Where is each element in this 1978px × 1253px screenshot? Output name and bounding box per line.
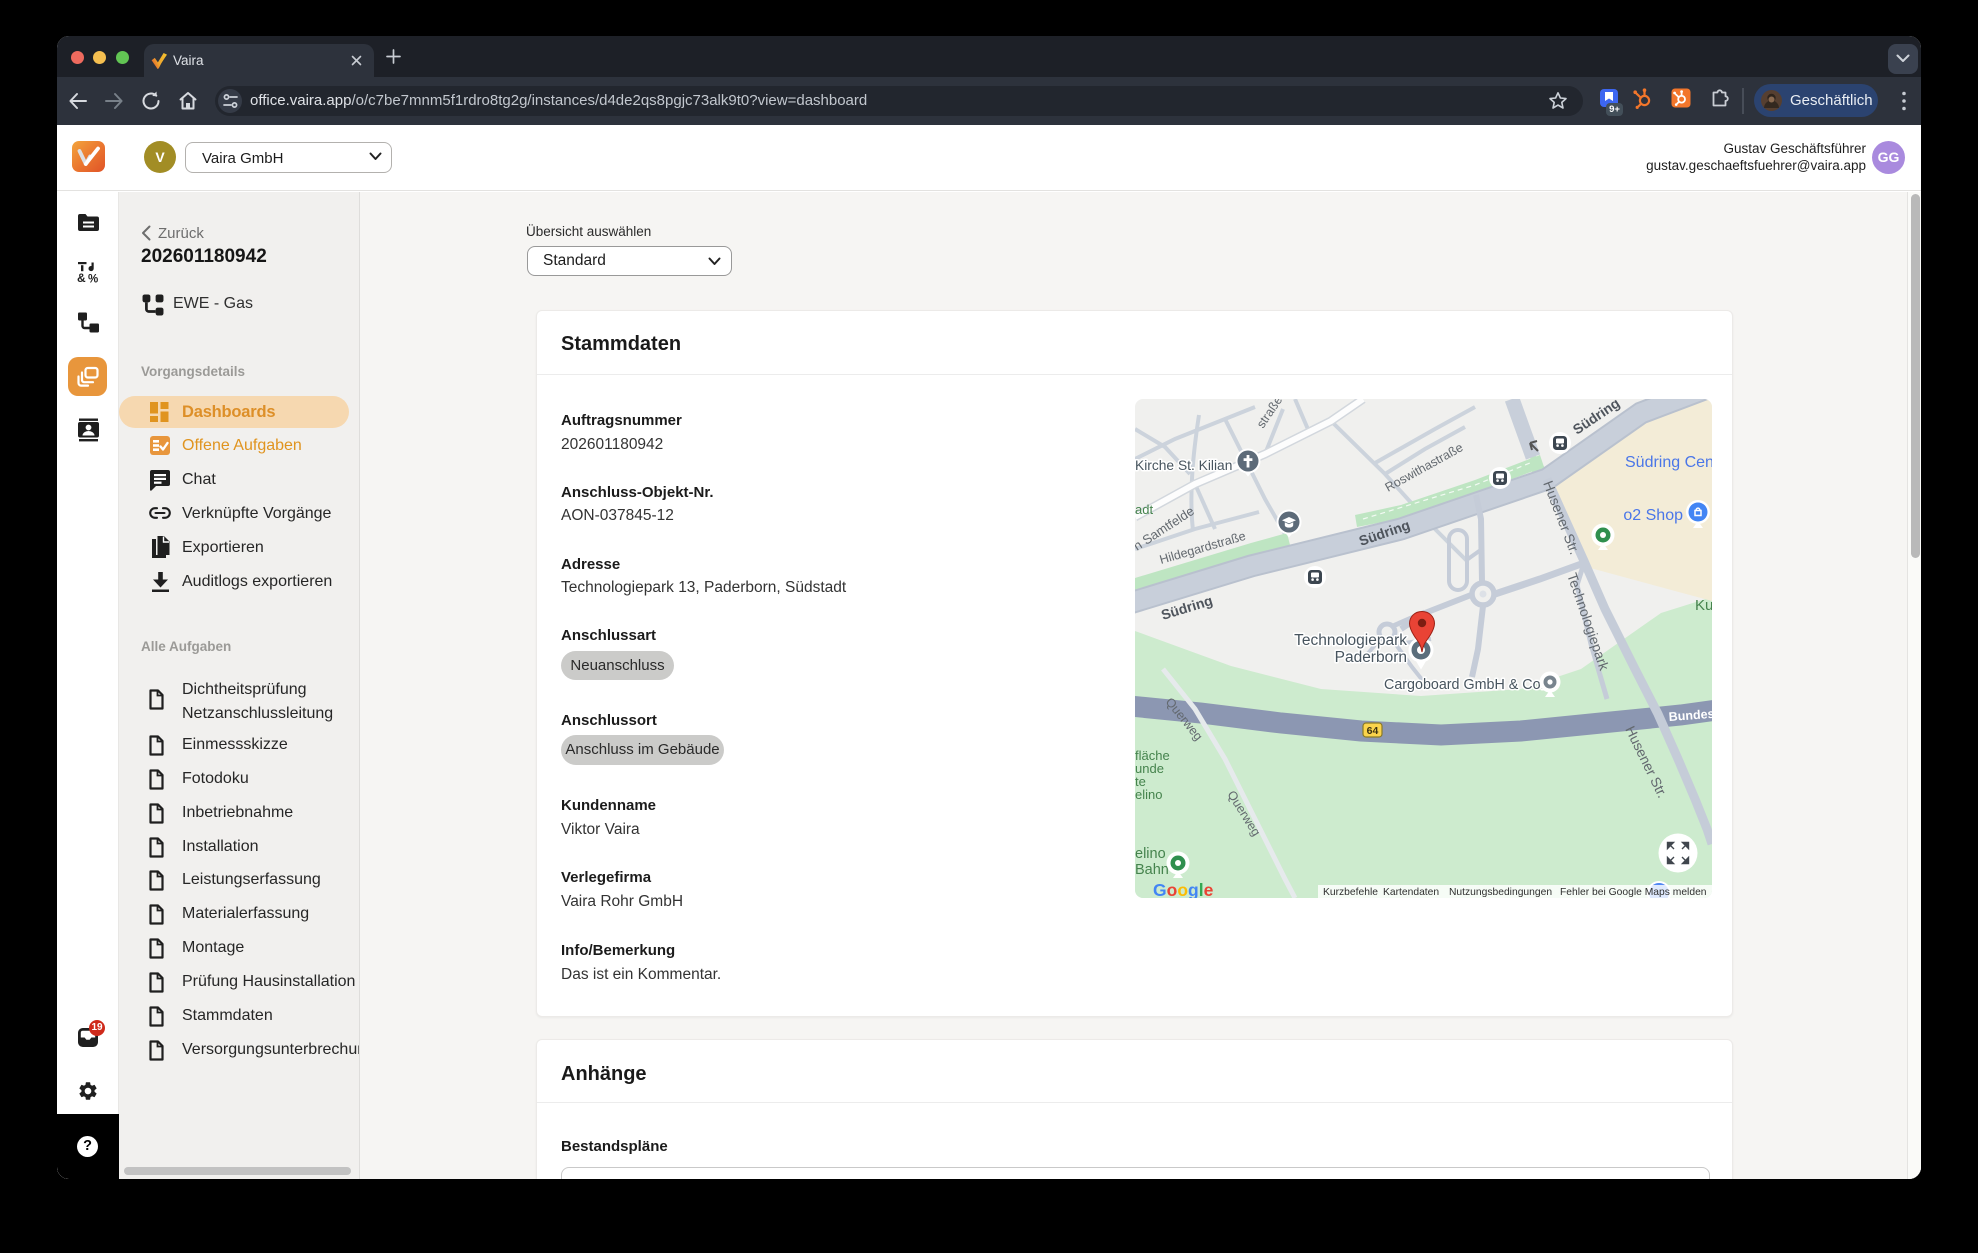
svg-text:%: % [88, 274, 98, 285]
svg-text:Fehler bei Google Maps melden: Fehler bei Google Maps melden [1560, 887, 1707, 898]
svg-text:64: 64 [1367, 725, 1379, 737]
svg-text:elino: elino [1135, 846, 1166, 862]
svg-text:Nutzungsbedingungen: Nutzungsbedingungen [1449, 887, 1552, 898]
svg-text:Cargoboard GmbH & Co.: Cargoboard GmbH & Co. [1384, 677, 1545, 693]
svg-text:elino: elino [1135, 787, 1162, 802]
svg-text:Kirche St. Kilian: Kirche St. Kilian [1135, 458, 1232, 473]
svg-text:Kurzbefehle: Kurzbefehle [1323, 887, 1378, 898]
svg-text:o2 Shop: o2 Shop [1623, 507, 1683, 524]
svg-text:adt: adt [1135, 502, 1153, 517]
svg-text:Google: Google [1153, 880, 1214, 898]
svg-text:Südring Cente: Südring Cente [1625, 454, 1712, 471]
svg-text:Bundes: Bundes [1668, 707, 1712, 724]
svg-text:Kartendaten: Kartendaten [1383, 887, 1439, 898]
svg-text:Ku: Ku [1695, 597, 1712, 614]
svg-text:Bahn: Bahn [1135, 862, 1169, 878]
svg-text:&: & [77, 271, 86, 284]
svg-text:Paderborn: Paderborn [1335, 649, 1407, 666]
svg-text:Technologiepark: Technologiepark [1294, 632, 1407, 649]
